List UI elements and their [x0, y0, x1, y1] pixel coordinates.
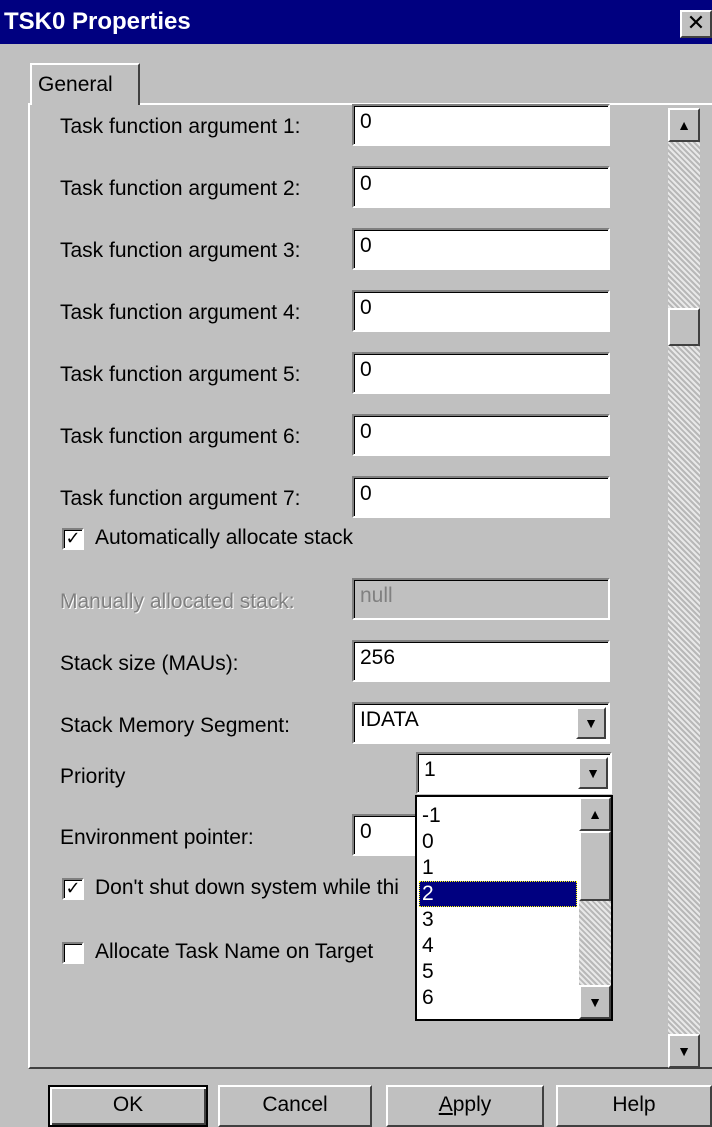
priority-option[interactable]: 1: [419, 855, 577, 881]
scroll-up-button[interactable]: ▲: [668, 108, 700, 142]
arg2-label: Task function argument 2:: [60, 177, 301, 200]
priority-option[interactable]: 6: [419, 985, 577, 1011]
priority-option[interactable]: 0: [419, 829, 577, 855]
arg3-input[interactable]: 0: [352, 228, 610, 270]
arg6-label: Task function argument 6:: [60, 425, 301, 448]
scroll-thumb[interactable]: [668, 308, 700, 346]
close-icon: ✕: [686, 10, 706, 35]
arg1-label: Task function argument 1:: [60, 115, 301, 138]
help-button[interactable]: Help: [556, 1085, 712, 1127]
priority-listbox[interactable]: -1 0 1 2 3 4 5 6 ▲ ▼: [415, 795, 613, 1021]
scroll-down-button[interactable]: ▼: [668, 1034, 700, 1068]
stack-segment-select[interactable]: IDATA: [352, 702, 610, 744]
listbox-scroll-up-button[interactable]: ▲: [579, 797, 611, 831]
priority-option[interactable]: -1: [419, 803, 577, 829]
env-pointer-label: Environment pointer:: [60, 826, 254, 849]
stack-segment-label: Stack Memory Segment:: [60, 714, 290, 737]
up-arrow-icon: ▲: [588, 806, 602, 822]
arg5-label: Task function argument 5:: [60, 363, 301, 386]
no-shutdown-label: Don't shut down system while thi: [95, 876, 399, 899]
ok-button[interactable]: OK: [48, 1085, 208, 1127]
panel-scrollbar[interactable]: [668, 108, 700, 1068]
arg4-label: Task function argument 4:: [60, 301, 301, 324]
arg7-label: Task function argument 7:: [60, 487, 301, 510]
auto-stack-label: Automatically allocate stack: [95, 526, 353, 549]
tab-general[interactable]: General: [30, 63, 140, 105]
arg6-input[interactable]: 0: [352, 414, 610, 456]
checkmark-icon: ✓: [65, 528, 81, 548]
priority-label: Priority: [60, 765, 126, 788]
stack-size-label: Stack size (MAUs):: [60, 652, 239, 675]
window-title: TSK0 Properties: [4, 8, 191, 35]
cancel-button[interactable]: Cancel: [218, 1085, 372, 1127]
close-button[interactable]: ✕: [680, 10, 712, 38]
down-arrow-icon: ▼: [677, 1043, 691, 1059]
priority-option[interactable]: 5: [419, 959, 577, 985]
checkmark-icon: ✓: [65, 878, 81, 898]
arg2-input[interactable]: 0: [352, 166, 610, 208]
up-arrow-icon: ▲: [677, 117, 691, 133]
arg4-input[interactable]: 0: [352, 290, 610, 332]
manual-stack-label: Manually allocated stack:: [60, 590, 295, 613]
auto-stack-checkbox[interactable]: ✓: [62, 528, 84, 550]
arg1-input[interactable]: 0: [352, 104, 610, 146]
priority-option[interactable]: 4: [419, 933, 577, 959]
stack-segment-dropdown-button[interactable]: ▼: [576, 707, 606, 739]
arg3-label: Task function argument 3:: [60, 239, 301, 262]
task-name-checkbox[interactable]: [62, 942, 84, 964]
apply-button[interactable]: Apply: [386, 1085, 544, 1127]
listbox-scroll-thumb[interactable]: [579, 831, 611, 901]
no-shutdown-checkbox[interactable]: ✓: [62, 878, 84, 900]
manual-stack-input: null: [352, 578, 610, 620]
chevron-down-icon: ▼: [586, 765, 600, 781]
down-arrow-icon: ▼: [588, 994, 602, 1010]
chevron-down-icon: ▼: [584, 715, 598, 731]
priority-option[interactable]: 3: [419, 907, 577, 933]
priority-dropdown-button[interactable]: ▼: [578, 757, 608, 789]
task-name-label: Allocate Task Name on Target: [95, 940, 374, 963]
apply-label: pply: [452, 1093, 492, 1116]
arg5-input[interactable]: 0: [352, 352, 610, 394]
listbox-scroll-down-button[interactable]: ▼: [579, 985, 611, 1019]
apply-accelerator: A: [438, 1093, 453, 1116]
stack-size-input[interactable]: 256: [352, 640, 610, 682]
priority-option-selected[interactable]: 2: [419, 881, 577, 907]
arg7-input[interactable]: 0: [352, 476, 610, 518]
